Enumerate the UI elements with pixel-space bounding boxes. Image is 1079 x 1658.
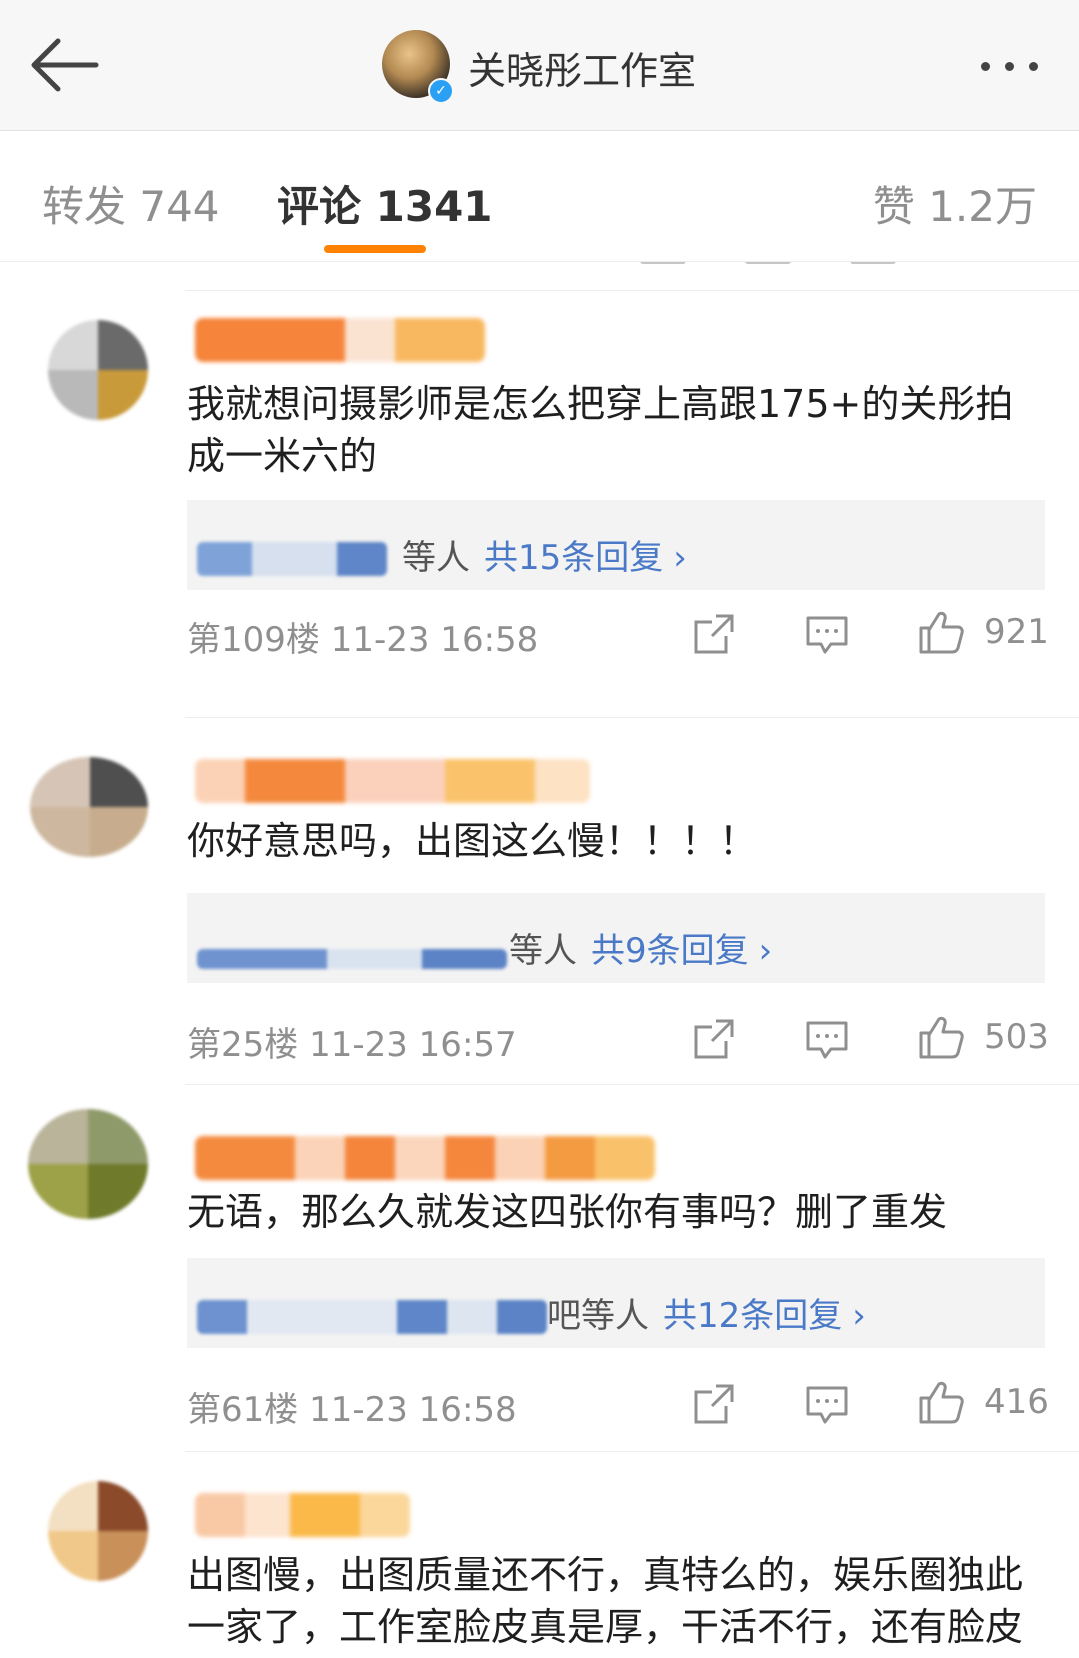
back-button[interactable] — [24, 30, 104, 100]
reply-suffix: 等人 — [509, 931, 577, 971]
share-icon[interactable] — [690, 1380, 738, 1428]
reply-count-link[interactable]: 共15条回复 — [484, 538, 663, 578]
reply-preview[interactable]: 等人 共15条回复 › — [187, 500, 1045, 590]
chevron-right-icon: › — [758, 931, 773, 971]
chevron-right-icon: › — [852, 1296, 866, 1336]
reply-users-blurred — [197, 949, 507, 969]
floor-time: 第109楼 11-23 16:58 — [187, 620, 539, 660]
avatar[interactable] — [48, 320, 148, 420]
reply-users-blurred — [197, 542, 387, 576]
comment-icon[interactable] — [803, 610, 851, 658]
more-dot — [1029, 62, 1038, 71]
comment-text: 你好意思吗，出图这么慢！！！！ — [187, 819, 758, 863]
like-count: 416 — [984, 1382, 1049, 1422]
tab-bar: 转发 744 评论 1341 赞 1.2万 — [0, 131, 1079, 262]
tab-comments[interactable]: 评论 1341 — [277, 173, 493, 234]
divider — [185, 290, 1079, 291]
comment-icon[interactable] — [803, 1380, 851, 1428]
reply-summary: 等人 共9条回复 › — [509, 923, 772, 972]
floor-time: 第61楼 11-23 16:58 — [187, 1390, 517, 1430]
tab-repost[interactable]: 转发 744 — [42, 173, 220, 234]
tab-likes[interactable]: 赞 1.2万 — [873, 173, 1037, 234]
active-tab-indicator — [324, 245, 426, 253]
avatar[interactable] — [48, 1481, 148, 1581]
like-icon[interactable] — [917, 608, 965, 656]
comment-text: 无语，那么久就发这四张你有事吗？删了重发 — [187, 1190, 948, 1234]
more-dot — [1005, 62, 1014, 71]
username-blurred[interactable] — [195, 1493, 410, 1537]
username-blurred[interactable] — [195, 1136, 655, 1180]
top-bar: ✓ 关晓彤工作室 — [0, 0, 1079, 131]
comment-text: 出图慢，出图质量还不行，真特么的，娱乐圈独此一家了，工作室脸皮真是厚，干活不行，… — [187, 1553, 1024, 1649]
more-dots-icon — [981, 62, 990, 71]
username-blurred[interactable] — [195, 759, 590, 803]
divider — [185, 1451, 1079, 1452]
like-icon[interactable] — [917, 1013, 965, 1061]
reply-suffix: 等人 — [402, 538, 470, 578]
reply-count-link[interactable]: 共12条回复 — [663, 1296, 842, 1336]
like-icon[interactable] — [917, 1378, 965, 1426]
share-icon[interactable] — [690, 1015, 738, 1063]
avatar[interactable] — [30, 757, 148, 857]
reply-count-link[interactable]: 共9条回复 — [591, 931, 749, 971]
avatar[interactable] — [28, 1109, 148, 1219]
like-count: 503 — [984, 1017, 1049, 1057]
reply-summary: 吧等人 共12条回复 › — [547, 1288, 866, 1337]
reply-suffix: 吧等人 — [547, 1296, 649, 1336]
chevron-right-icon: › — [673, 538, 687, 578]
reply-preview[interactable]: 吧等人 共12条回复 › — [187, 1258, 1045, 1348]
floor-time: 第25楼 11-23 16:57 — [187, 1025, 517, 1065]
share-icon[interactable] — [690, 610, 738, 658]
reply-preview[interactable]: 等人 共9条回复 › — [187, 893, 1045, 983]
verified-badge-icon: ✓ — [428, 78, 454, 104]
back-arrow-icon — [31, 38, 99, 92]
profile-name[interactable]: 关晓彤工作室 — [468, 40, 696, 95]
like-count: 921 — [984, 612, 1049, 652]
comment-text: 我就想问摄影师是怎么把穿上高跟175+的关彤拍成一米六的 — [187, 382, 1014, 478]
comment-icon[interactable] — [803, 1015, 851, 1063]
reply-users-blurred — [197, 1300, 547, 1334]
divider — [185, 1084, 1079, 1085]
username-blurred[interactable] — [195, 318, 485, 362]
reply-summary: 等人 共15条回复 › — [402, 530, 687, 579]
more-button[interactable] — [975, 40, 1055, 90]
divider — [185, 717, 1079, 718]
